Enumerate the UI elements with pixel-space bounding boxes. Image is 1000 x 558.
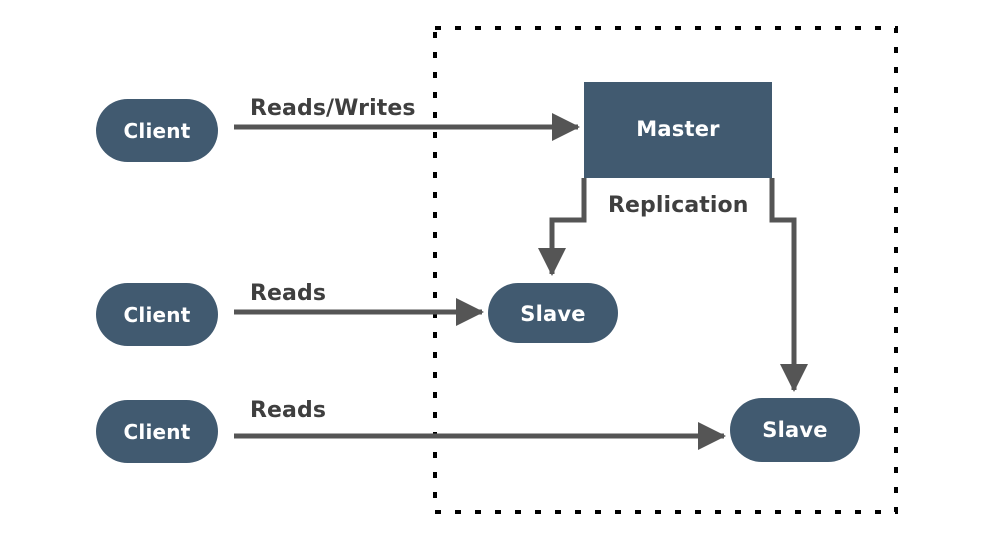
edge-master-slave1-path <box>538 178 587 277</box>
node-master[interactable] <box>584 82 772 178</box>
node-client-3[interactable] <box>96 400 218 463</box>
diagram-canvas: Client Client Client Master Slave Slave … <box>0 0 1000 558</box>
edge-master-slave1-label: Replication <box>608 193 749 218</box>
edge-client3-slave2-label: Reads <box>250 398 327 423</box>
node-slave-1[interactable] <box>488 283 618 343</box>
edge-client1-master-label: Reads/Writes <box>250 96 416 121</box>
node-client-1[interactable] <box>96 99 218 162</box>
edge-master-slave2-path <box>769 178 808 393</box>
diagram-graphics <box>96 26 898 514</box>
node-slave-2[interactable] <box>730 398 860 462</box>
edge-client2-slave1-label: Reads <box>250 281 327 306</box>
node-client-2[interactable] <box>96 283 218 346</box>
